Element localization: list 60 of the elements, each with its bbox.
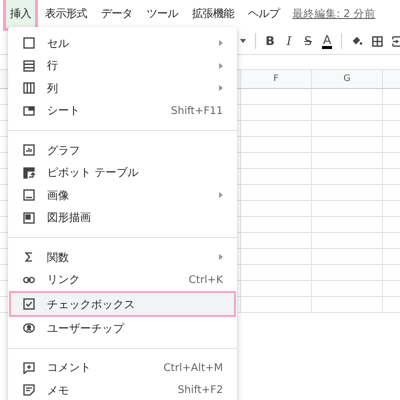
comment-icon [23, 362, 35, 374]
image-icon [23, 189, 35, 202]
column-header[interactable]: G [312, 70, 383, 88]
text-color-button[interactable]: A [322, 34, 332, 48]
menu-option[interactable]: 関数 [9, 246, 236, 268]
row-icon [23, 60, 35, 72]
menu-option-label: 列 [47, 80, 59, 96]
merge-cells-icon[interactable] [392, 34, 400, 48]
dropdown-caret-icon[interactable] [240, 39, 246, 43]
menu-option-label: 図形描画 [47, 210, 92, 226]
menu-option-label: チェックボックス [47, 296, 136, 312]
menu-option-label: グラフ [47, 142, 81, 158]
menu-item[interactable]: データ [94, 0, 140, 31]
note-icon [23, 384, 35, 396]
shortcut-label: Ctrl+Alt+M [163, 362, 223, 374]
menu-item[interactable]: 拡張機能 [185, 0, 241, 31]
menu-option-label: ユーザーチップ [47, 320, 126, 336]
menu-item[interactable]: ツール [140, 0, 185, 31]
pivot-icon [23, 166, 35, 179]
strikethrough-button[interactable]: S [303, 34, 314, 48]
menu-option-label: 画像 [47, 188, 70, 203]
menu-option-label: セル [47, 36, 70, 51]
menu-option-label: リンク [47, 272, 81, 288]
menu-option[interactable]: 列 [9, 77, 236, 100]
menu-option[interactable]: ユーザーチップ [9, 317, 236, 340]
menu-option[interactable]: チェックボックス [9, 291, 236, 317]
column-header[interactable]: F [241, 70, 312, 88]
chip-icon [23, 322, 35, 334]
shortcut-label: Shift+F11 [170, 104, 223, 117]
menu-option[interactable]: メモ Shift+F2 [9, 379, 236, 400]
menu-option-label: コメント [47, 360, 92, 376]
menu-option-label: ピボット テーブル [47, 165, 140, 180]
sheet-icon [23, 104, 35, 117]
menu-option[interactable]: リンク Ctrl+K [9, 268, 236, 291]
menu-option-label: 行 [47, 58, 59, 74]
menu-option[interactable]: 画像 [9, 184, 236, 206]
menu-option[interactable]: コメント Ctrl+Alt+M [9, 356, 236, 379]
menu-option[interactable]: グラフ [9, 139, 236, 162]
menu-option[interactable]: シート Shift+F11 [9, 100, 236, 122]
bold-button[interactable]: B [265, 34, 276, 48]
menu-option-label: メモ [47, 382, 70, 398]
checkbox-icon [23, 298, 35, 310]
menu-item[interactable]: 表示形式 [38, 0, 94, 31]
menu-option[interactable]: 行 [9, 54, 236, 77]
column-icon [23, 82, 35, 94]
function-icon [23, 251, 35, 264]
menu-option[interactable]: セル [9, 32, 236, 54]
borders-icon[interactable] [372, 34, 383, 48]
shortcut-label: Ctrl+K [188, 274, 223, 286]
drawing-icon [23, 212, 35, 224]
last-edit-link[interactable]: 最終編集: 2 分前 [292, 7, 376, 21]
shortcut-label: Shift+F2 [178, 384, 223, 396]
menu-option[interactable]: ピボット テーブル [9, 162, 236, 184]
menu-item[interactable]: ヘルプ [241, 0, 286, 31]
italic-button[interactable]: I [284, 34, 294, 48]
menu-option[interactable]: 図形描画 [9, 206, 236, 229]
menu-option-label: シート [47, 103, 81, 118]
menu-option-label: 関数 [47, 250, 70, 265]
cell-icon [23, 37, 35, 50]
chart-icon [23, 144, 35, 156]
